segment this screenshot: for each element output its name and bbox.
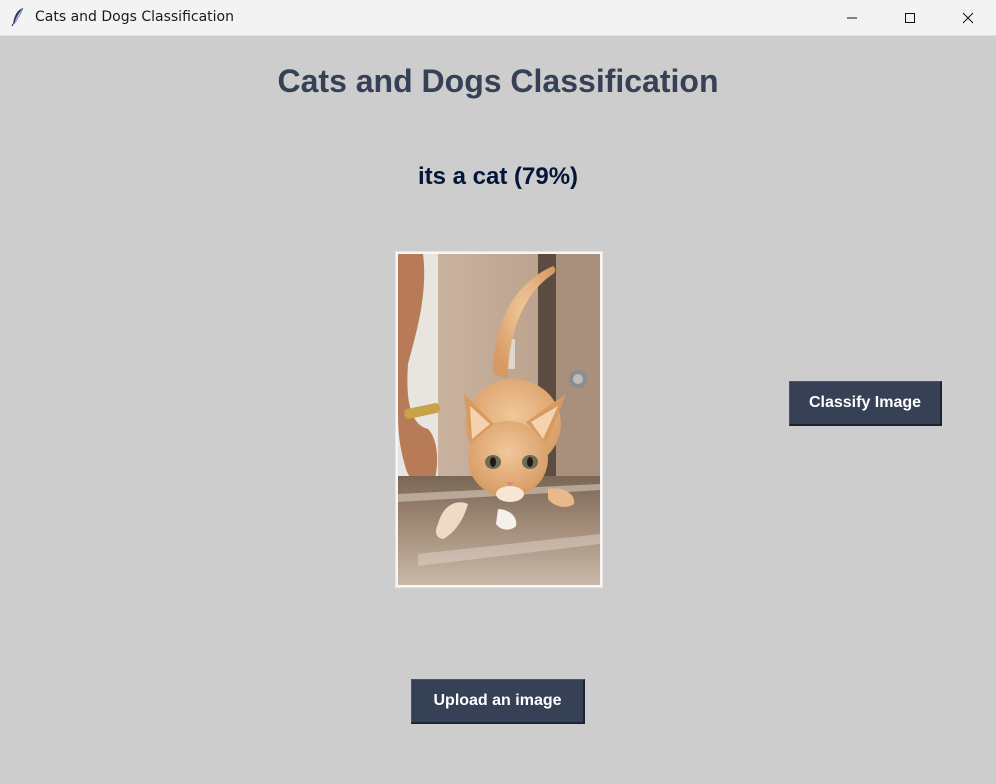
cat-photo [398, 254, 600, 585]
classification-result: its a cat (79%) [417, 163, 579, 190]
close-button[interactable] [939, 0, 996, 35]
feather-icon [11, 7, 25, 27]
upload-image-button[interactable]: Upload an image [411, 679, 585, 724]
maximize-button[interactable] [881, 0, 939, 35]
minimize-icon [847, 17, 857, 18]
minimize-button[interactable] [823, 0, 881, 35]
maximize-icon [905, 12, 915, 23]
classify-image-button[interactable]: Classify Image [789, 381, 942, 426]
app-window: Cats and Dogs Classification Cats and Do… [0, 0, 996, 784]
window-title: Cats and Dogs Classification [35, 9, 234, 25]
uploaded-image [395, 251, 603, 588]
page-title: Cats and Dogs Classification [277, 63, 719, 99]
title-bar[interactable]: Cats and Dogs Classification [0, 0, 996, 36]
close-icon [962, 12, 974, 23]
